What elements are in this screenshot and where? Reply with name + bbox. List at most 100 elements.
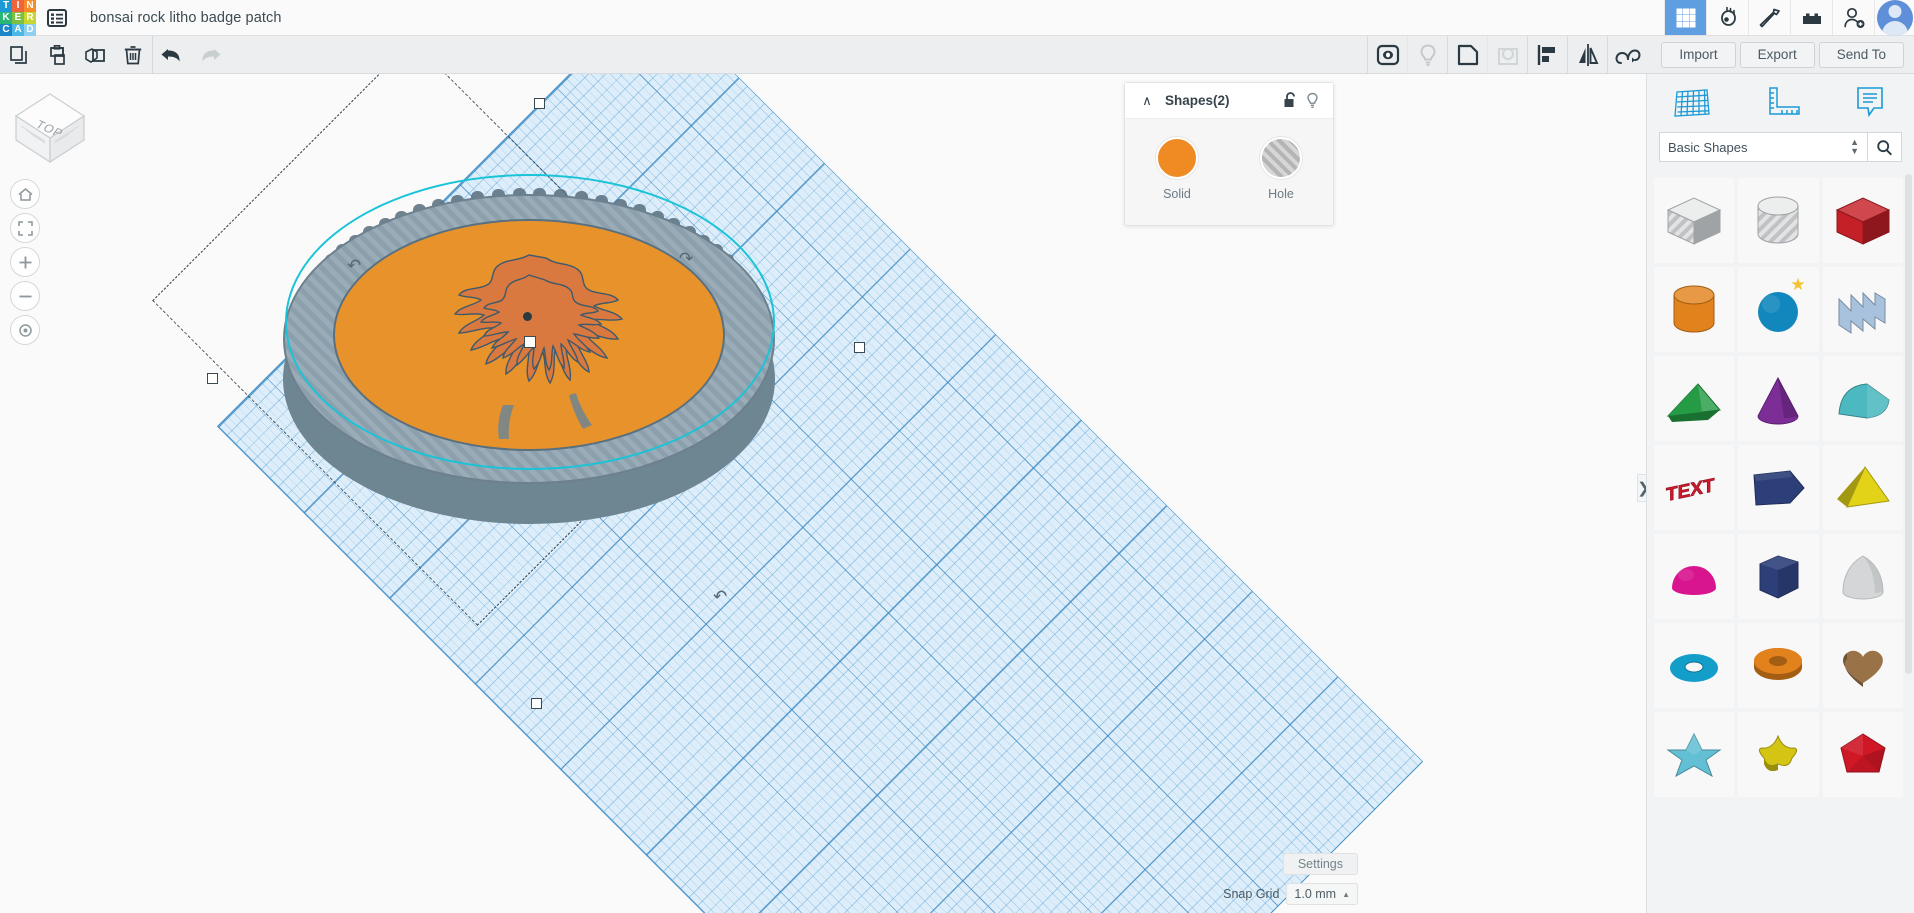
rotate-handle-top-right[interactable]: ↷ — [679, 249, 693, 269]
shape-cone[interactable] — [1738, 356, 1818, 441]
export-button[interactable]: Export — [1740, 42, 1815, 68]
redo-icon[interactable] — [191, 36, 229, 74]
logo-tile-c: C — [0, 24, 12, 36]
rotate-handle-top-left[interactable]: ↶ — [347, 256, 361, 276]
shape-paraboloid[interactable] — [1823, 534, 1903, 619]
center-marker — [523, 312, 532, 321]
snap-grid-dropdown[interactable]: 1.0 mm ▲ — [1286, 883, 1358, 905]
workplane-icon[interactable] — [1607, 36, 1647, 74]
duplicate-icon[interactable] — [76, 36, 114, 74]
shape-hex-prism[interactable] — [1738, 534, 1818, 619]
shape-wedge[interactable] — [1654, 356, 1734, 441]
solid-hole-toggle-icon[interactable] — [1367, 36, 1407, 74]
shape-half-cylinder[interactable] — [1823, 356, 1903, 441]
ruler-tool-icon[interactable] — [1736, 84, 1825, 122]
undo-icon[interactable] — [153, 36, 191, 74]
logo-tile-n: N — [24, 0, 36, 12]
solid-swatch[interactable] — [1156, 137, 1198, 179]
chevron-updown-icon: ▲▼ — [1850, 138, 1859, 157]
shape-star-3d[interactable] — [1654, 712, 1734, 797]
tinkercad-app: TINKERCAD bonsai rock litho badge patch — [0, 0, 1914, 913]
shape-dome[interactable] — [1654, 534, 1734, 619]
search-icon[interactable] — [1868, 132, 1902, 162]
height-drag-handle[interactable] — [524, 336, 536, 348]
lightbulb-icon[interactable] — [1301, 92, 1323, 109]
view-cube[interactable]: TOP — [8, 88, 92, 180]
rotate-handle-bottom-right[interactable]: ↶ — [713, 587, 727, 607]
hole-label: Hole — [1268, 187, 1294, 201]
delete-icon[interactable] — [114, 36, 152, 74]
user-avatar[interactable] — [1874, 0, 1914, 35]
shape-cylinder[interactable] — [1654, 267, 1734, 352]
shape-heart[interactable] — [1823, 623, 1903, 708]
workplane-tool-icon[interactable] — [1647, 84, 1736, 122]
library-selector-row: Basic Shapes ▲▼ — [1647, 132, 1914, 162]
snap-grid-control: Snap Grid 1.0 mm ▲ — [1223, 883, 1358, 905]
caret-up-icon: ▲ — [1342, 890, 1350, 899]
hole-option[interactable]: Hole — [1229, 137, 1333, 201]
copy-icon[interactable] — [0, 36, 38, 74]
shape-squiggle[interactable] — [1823, 267, 1903, 352]
star-icon[interactable]: ★ — [1790, 275, 1805, 295]
mirror-flip-icon[interactable] — [1567, 36, 1607, 74]
tinkercad-logo[interactable]: TINKERCAD — [0, 0, 36, 36]
settings-button[interactable]: Settings — [1283, 853, 1358, 875]
zoom-out-button[interactable] — [10, 281, 40, 311]
resize-handle-left[interactable] — [207, 373, 218, 384]
unlock-icon[interactable] — [1279, 92, 1301, 109]
shape-star-round[interactable] — [1738, 712, 1818, 797]
shape-cylinder-hole[interactable] — [1738, 178, 1818, 263]
zoom-in-button[interactable] — [10, 247, 40, 277]
library-select[interactable]: Basic Shapes ▲▼ — [1659, 132, 1868, 162]
ungroup-icon[interactable] — [1487, 36, 1527, 74]
resize-handle-right[interactable] — [854, 342, 865, 353]
snap-grid-label: Snap Grid — [1223, 887, 1279, 901]
shape-grid-scrollbar[interactable] — [1905, 174, 1912, 674]
shapes-panel-body: Solid Hole — [1125, 119, 1333, 201]
shape-pyramid[interactable] — [1823, 445, 1903, 530]
align-icon[interactable] — [1527, 36, 1567, 74]
shape-polyhedron[interactable] — [1823, 712, 1903, 797]
resize-handle-top[interactable] — [534, 98, 545, 109]
shapes-panel-header: ∧ Shapes(2) — [1125, 83, 1333, 119]
brick-blocks-icon[interactable] — [1790, 0, 1832, 35]
collapse-sidebar-arrow[interactable]: ❯ — [1637, 474, 1646, 502]
shape-torus[interactable] — [1654, 623, 1734, 708]
shape-text[interactable]: TEXT — [1654, 445, 1734, 530]
resize-handle-bottom[interactable] — [531, 698, 542, 709]
bonsai-litho-badge-model[interactable]: ↶ ↷ ↶ — [195, 84, 895, 784]
clipboard-group — [0, 36, 152, 74]
sidebar-tool-icons — [1647, 74, 1914, 132]
add-user-icon[interactable] — [1832, 0, 1874, 35]
import-button[interactable]: Import — [1661, 42, 1735, 68]
history-group — [153, 36, 229, 74]
shape-library-grid[interactable]: ★ TEXT — [1647, 171, 1914, 913]
status-bar: Settings Snap Grid 1.0 mm ▲ — [1130, 845, 1380, 913]
group-icon[interactable] — [1447, 36, 1487, 74]
viewport-canvas[interactable]: TOP — [0, 74, 1646, 913]
notes-tool-icon[interactable] — [1825, 84, 1914, 122]
shape-tube[interactable] — [1738, 623, 1818, 708]
chevron-up-icon[interactable]: ∧ — [1135, 93, 1159, 109]
perspective-toggle-button[interactable] — [10, 315, 40, 345]
fit-view-button[interactable] — [10, 213, 40, 243]
lightbulb-icon[interactable] — [1407, 36, 1447, 74]
paste-icon[interactable] — [38, 36, 76, 74]
shape-sphere[interactable]: ★ — [1738, 267, 1818, 352]
gallery-grid-icon[interactable] — [1664, 0, 1706, 35]
logo-tile-k: K — [0, 12, 12, 24]
document-title[interactable]: bonsai rock litho badge patch — [78, 0, 282, 35]
shapes-panel-title: Shapes(2) — [1159, 93, 1279, 108]
topbar-spacer — [282, 0, 1664, 35]
shape-box-hole[interactable] — [1654, 178, 1734, 263]
pickaxe-codeblocks-icon[interactable] — [1748, 0, 1790, 35]
send-to-button[interactable]: Send To — [1819, 42, 1904, 68]
shape-polygon-arrow[interactable] — [1738, 445, 1818, 530]
logo-tile-t: T — [0, 0, 12, 12]
home-view-button[interactable] — [10, 179, 40, 209]
solid-option[interactable]: Solid — [1125, 137, 1229, 201]
tinker-hand-icon[interactable] — [1706, 0, 1748, 35]
shape-box[interactable] — [1823, 178, 1903, 263]
list-panel-icon[interactable] — [36, 0, 78, 35]
hole-swatch[interactable] — [1260, 137, 1302, 179]
